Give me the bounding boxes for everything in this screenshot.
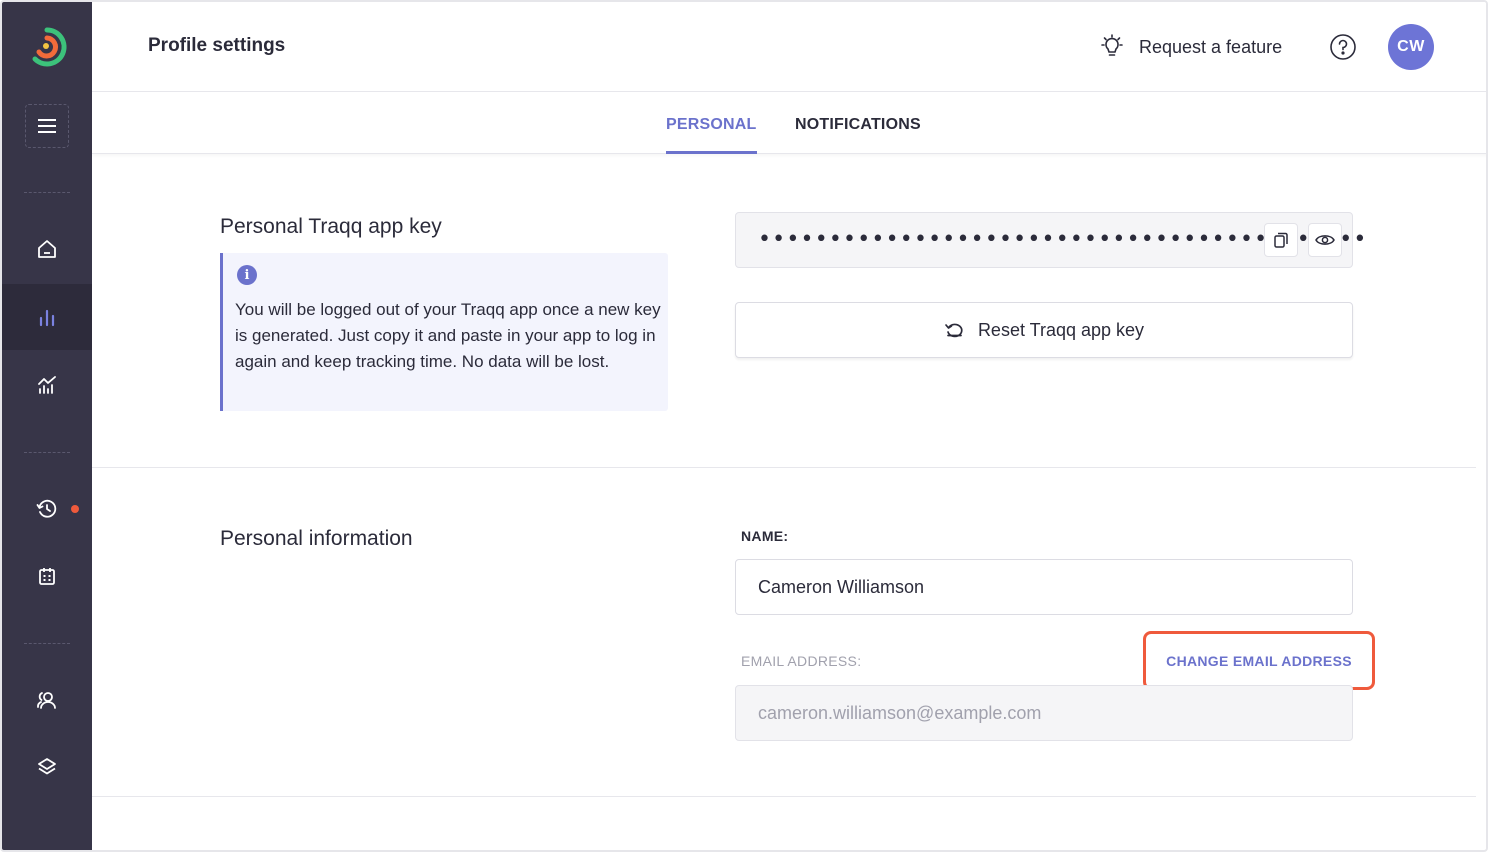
tab-personal[interactable]: PERSONAL [666, 116, 757, 154]
sidebar-item-calendar[interactable] [2, 543, 92, 609]
users-icon [37, 692, 56, 709]
page-title: Profile settings [148, 35, 286, 56]
history-icon [36, 499, 57, 518]
app-key-info-box: i You will be logged out of your Traqq a… [220, 253, 668, 411]
sidebar-divider [24, 192, 70, 193]
analytics-icon [38, 376, 56, 394]
sidebar-divider [24, 452, 70, 453]
sidebar-item-projects[interactable] [2, 734, 92, 800]
app-window: Profile settings Request a feature CW PE… [0, 0, 1488, 852]
notification-dot [71, 505, 79, 513]
personal-info-section-title: Personal information [220, 527, 413, 550]
hamburger-icon [38, 119, 56, 133]
refresh-icon [945, 323, 963, 338]
sidebar-item-analytics[interactable] [2, 352, 92, 418]
reset-app-key-label: Reset Traqq app key [977, 319, 1145, 340]
email-field-label: EMAIL ADDRESS: [741, 653, 862, 669]
section-divider [92, 467, 1476, 468]
name-input[interactable]: Cameron Williamson [735, 559, 1353, 615]
app-key-info-text: You will be logged out of your Traqq app… [235, 300, 661, 371]
menu-toggle-button[interactable] [25, 104, 69, 148]
sidebar-item-home[interactable] [2, 216, 92, 282]
sidebar-divider [24, 643, 70, 644]
change-email-highlight: CHANGE EMAIL ADDRESS [1143, 631, 1375, 690]
app-key-field: ••••••••••••••••••••••••••••••••••••••••… [735, 212, 1366, 268]
traqq-logo[interactable] [26, 24, 68, 70]
eye-icon [1315, 235, 1335, 245]
request-feature-button[interactable]: Request a feature [1097, 30, 1282, 64]
home-icon [38, 240, 56, 258]
change-email-button[interactable]: CHANGE EMAIL ADDRESS [1166, 653, 1352, 669]
top-header: Profile settings Request a feature CW [92, 2, 1486, 92]
info-icon: i [237, 265, 257, 285]
reset-app-key-button[interactable]: Reset Traqq app key [735, 302, 1353, 358]
show-key-button[interactable] [1308, 223, 1342, 257]
sidebar [2, 2, 92, 850]
layers-icon [38, 758, 56, 775]
sidebar-item-reports[interactable] [2, 284, 92, 350]
calendar-icon [39, 568, 55, 585]
copy-icon [1274, 232, 1288, 248]
name-field-label: NAME: [741, 528, 789, 544]
section-divider [92, 796, 1476, 797]
lightbulb-icon [1101, 34, 1123, 56]
bar-chart-icon [39, 309, 55, 327]
tab-notifications[interactable]: NOTIFICATIONS [795, 116, 921, 134]
user-avatar[interactable]: CW [1388, 24, 1434, 70]
email-input: cameron.williamson@example.com [735, 685, 1353, 741]
request-feature-label: Request a feature [1139, 36, 1283, 57]
app-key-section-title: Personal Traqq app key [220, 215, 442, 238]
copy-key-button[interactable] [1264, 223, 1298, 257]
sidebar-item-team[interactable] [2, 667, 92, 733]
settings-tabs: PERSONAL NOTIFICATIONS [92, 92, 1486, 154]
help-icon[interactable] [1329, 33, 1357, 61]
